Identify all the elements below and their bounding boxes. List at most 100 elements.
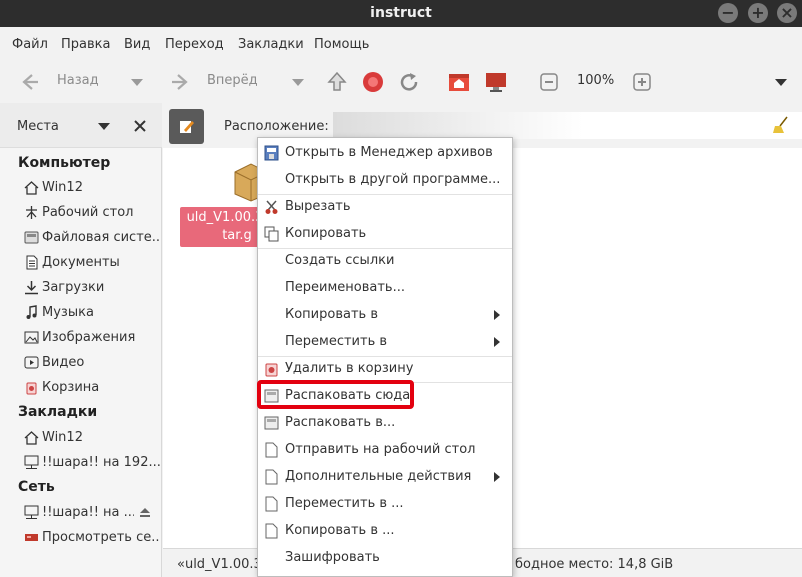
section-heading-network: Сеть [18, 479, 55, 495]
network-drive-icon [24, 455, 39, 469]
toolbar: Назад Вперёд 100% [0, 61, 802, 103]
network-drive-icon [24, 505, 39, 519]
forward-arrow-icon[interactable] [168, 70, 192, 94]
menu-move-to-dialog[interactable]: Переместить в ... [258, 491, 512, 517]
menu-item-label: Распаковать в... [285, 415, 396, 430]
menu-file[interactable]: Файл [12, 37, 48, 52]
menu-open-with-other[interactable]: Открыть в другой программе... [258, 167, 512, 193]
zoom-in-icon[interactable] [630, 70, 654, 94]
back-button[interactable]: Назад [57, 73, 99, 88]
menu-move-to-trash[interactable]: Удалить в корзину [258, 356, 512, 382]
sidebar-item-music[interactable]: Музыка [24, 302, 162, 324]
menu-item-label: Копировать в ... [285, 523, 395, 538]
scissors-icon [265, 200, 278, 214]
menu-item-label: Переместить в ... [285, 496, 404, 511]
archive-manager-icon [264, 145, 279, 161]
minimize-button[interactable]: − [718, 3, 738, 23]
highlight-box [257, 380, 414, 409]
toggle-location-edit-button[interactable] [169, 109, 204, 144]
reload-icon[interactable] [397, 70, 421, 94]
menu-item-label: Копировать [285, 226, 367, 241]
location-input-extension[interactable] [583, 112, 802, 139]
menu-bar: Файл Правка Вид Переход Закладки Помощь [0, 27, 802, 61]
sidebar-title: Места [17, 119, 59, 134]
window-title: instruct [370, 5, 432, 21]
desktop-icon [26, 206, 37, 219]
menu-go[interactable]: Переход [165, 37, 224, 52]
menu-extract-to[interactable]: Распаковать в... [258, 410, 512, 436]
sidebar-item-browse-network[interactable]: Просмотреть се... [24, 527, 162, 549]
sidebar-item-label: Музыка [42, 305, 94, 320]
sidebar-item-bookmark-share[interactable]: !!шара!! на 192.... [24, 452, 162, 474]
menu-copy[interactable]: Копировать [258, 221, 512, 247]
sidebar-item-label: !!шара!! на ... [42, 505, 134, 520]
menu-item-label: Дополнительные действия [285, 469, 472, 484]
menu-copy-to[interactable]: Копировать в [258, 302, 512, 328]
trash-icon [265, 363, 278, 377]
menu-encrypt[interactable]: Зашифровать [258, 545, 512, 571]
menu-open-archive-manager[interactable]: Открыть в Менеджер архивов [258, 140, 512, 166]
menu-view[interactable]: Вид [124, 37, 150, 52]
forward-button[interactable]: Вперёд [207, 73, 258, 88]
sidebar-item-label: Видео [42, 355, 85, 370]
sidebar-item-bookmark-home[interactable]: Win12 [24, 427, 162, 449]
stop-icon[interactable] [361, 70, 385, 94]
home-folder-icon[interactable] [447, 70, 471, 94]
sidebar-item-downloads[interactable]: Загрузки [24, 277, 162, 299]
zoom-out-icon[interactable] [537, 70, 561, 94]
menu-item-label: Удалить в корзину [285, 361, 414, 376]
sidebar-item-home[interactable]: Win12 [24, 177, 162, 199]
context-menu: Открыть в Менеджер архивов Открыть в дру… [257, 137, 513, 577]
menu-help[interactable]: Помощь [314, 37, 369, 52]
sidebar-item-pictures[interactable]: Изображения [24, 327, 162, 349]
sidebar-item-label: Загрузки [42, 280, 105, 295]
clear-location-icon[interactable] [772, 116, 790, 134]
menu-cut[interactable]: Вырезать [258, 194, 512, 220]
menu-additional-actions[interactable]: Дополнительные действия [258, 464, 512, 490]
menu-copy-to-dialog[interactable]: Копировать в ... [258, 518, 512, 544]
menu-item-label: Переименовать... [285, 280, 405, 295]
network-icon [25, 534, 38, 541]
video-icon [24, 356, 39, 369]
menu-send-to-desktop[interactable]: Отправить на рабочий стол [258, 437, 512, 463]
menu-bookmarks[interactable]: Закладки [238, 37, 304, 52]
back-arrow-icon[interactable] [18, 70, 42, 94]
sidebar-item-videos[interactable]: Видео [24, 352, 162, 374]
sidebar-header: Места [0, 103, 162, 148]
menu-create-link[interactable]: Создать ссылки [258, 248, 512, 274]
maximize-button[interactable]: + [748, 3, 768, 23]
menu-move-to[interactable]: Переместить в [258, 329, 512, 355]
home-icon [24, 431, 39, 445]
location-input[interactable] [333, 112, 583, 139]
document-icon [265, 442, 278, 458]
menu-rename[interactable]: Переименовать... [258, 275, 512, 301]
zoom-level: 100% [577, 73, 615, 88]
menu-edit[interactable]: Правка [61, 37, 110, 52]
trash-icon [26, 382, 37, 395]
menu-item-label: Копировать в [285, 307, 378, 322]
download-icon [25, 281, 38, 295]
sidebar-item-trash[interactable]: Корзина [24, 377, 162, 399]
section-heading-bookmarks: Закладки [18, 404, 98, 420]
up-arrow-icon[interactable] [325, 70, 349, 94]
drive-icon [24, 231, 39, 244]
sidebar-item-desktop[interactable]: Рабочий стол [24, 202, 162, 224]
document-icon [265, 469, 278, 485]
menu-item-label: Вырезать [285, 199, 351, 214]
computer-icon[interactable] [484, 70, 508, 94]
copy-icon [264, 226, 279, 242]
sidebar-item-filesystem[interactable]: Файловая систе... [24, 227, 162, 249]
home-icon [24, 181, 39, 195]
close-button[interactable]: × [777, 3, 797, 23]
eject-icon[interactable] [139, 507, 151, 518]
close-sidebar-icon[interactable] [134, 120, 146, 132]
menu-item-label: Переместить в [285, 334, 388, 349]
toolbar-overflow-dropdown[interactable] [775, 79, 787, 86]
sidebar-mode-dropdown[interactable] [98, 123, 110, 130]
location-label: Расположение: [224, 119, 329, 134]
title-bar: instruct − + × [0, 0, 802, 27]
sidebar-item-network-share[interactable]: !!шара!! на ... [24, 502, 162, 524]
back-history-dropdown[interactable] [131, 79, 143, 86]
forward-history-dropdown[interactable] [292, 79, 304, 86]
sidebar-item-documents[interactable]: Документы [24, 252, 162, 274]
